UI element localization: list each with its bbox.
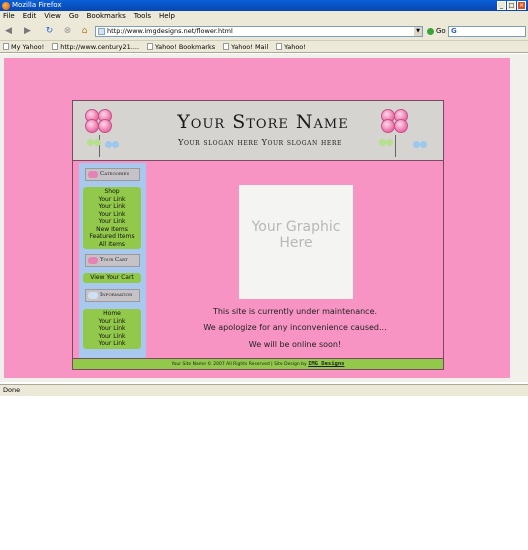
bookmark-label: Yahoo! (284, 42, 306, 51)
sidebar-link[interactable]: Your Link (83, 196, 141, 204)
bookmark-label: Yahoo! Mail (231, 42, 269, 51)
menu-bar: File Edit View Go Bookmarks Tools Help (0, 11, 528, 22)
mini-flower-icon (386, 139, 393, 146)
bookmark-item[interactable]: http://www.century21.... (52, 41, 139, 52)
menu-go[interactable]: Go (69, 11, 79, 22)
close-button[interactable]: × (517, 1, 526, 10)
bookmark-item[interactable]: Yahoo! (276, 41, 306, 52)
mini-flower-icon (105, 141, 112, 148)
menu-tools[interactable]: Tools (134, 11, 151, 22)
store-layout: Your Store Name Your slogan here Your sl… (72, 100, 444, 370)
go-label: Go (436, 27, 446, 35)
bookmark-label: Yahoo! Bookmarks (155, 42, 216, 51)
flower-stem (395, 135, 396, 157)
mini-flower-icon (413, 141, 420, 148)
bookmark-item[interactable]: Yahoo! Mail (223, 41, 268, 52)
online-soon-message: We will be online soon! (248, 340, 342, 349)
go-arrow-icon (427, 27, 434, 35)
store-slogan: Your slogan here Your slogan here (178, 138, 342, 147)
information-title: Information (100, 292, 133, 298)
flower-stem (99, 135, 100, 157)
menu-file[interactable]: File (3, 11, 15, 22)
bookmark-item[interactable]: My Yahoo! (3, 41, 44, 52)
sidebar-link[interactable]: Your Link (83, 340, 141, 348)
menu-view[interactable]: View (44, 11, 61, 22)
cart-box: View Your Cart (83, 273, 141, 283)
store-header: Your Store Name Your slogan here Your sl… (73, 101, 443, 161)
stop-icon[interactable]: ⊗ (62, 26, 73, 37)
apology-message: We apologize for any inconvenience cause… (203, 323, 387, 332)
bookmark-page-icon (3, 43, 9, 50)
footer-copyright: Your Site Name © 2007 All Rights Reserve… (171, 362, 307, 367)
maintenance-message: This site is currently under maintenance… (212, 307, 378, 316)
information-heading: Information (85, 289, 140, 302)
menu-bookmarks[interactable]: Bookmarks (87, 11, 126, 22)
firefox-icon (2, 2, 10, 10)
search-input[interactable]: G (448, 26, 526, 37)
page-background: Your Store Name Your slogan here Your sl… (4, 58, 510, 378)
bookmark-item[interactable]: Yahoo! Bookmarks (147, 41, 215, 52)
sidebar-link[interactable]: Your Link (83, 203, 141, 211)
flower-bullet-icon (88, 171, 98, 178)
cart-title: Your Cart (100, 257, 128, 263)
sidebar-link-new-items[interactable]: New Items (83, 226, 141, 234)
bookmark-page-icon (147, 43, 154, 50)
window-title: Mozilla Firefox (12, 1, 62, 9)
sidebar-link-home[interactable]: Home (83, 310, 141, 318)
bookmark-page-icon (52, 43, 59, 50)
graphic-placeholder: Your Graphic Here (239, 185, 353, 299)
store-name: Your Store Name (177, 111, 349, 133)
minimize-button[interactable]: _ (497, 1, 506, 10)
flower-right-icon (381, 109, 409, 137)
cart-heading: Your Cart (85, 254, 140, 267)
categories-list: Shop Your Link Your Link Your Link Your … (83, 187, 141, 249)
go-button[interactable]: Go (427, 26, 446, 37)
bookmark-page-icon (276, 43, 283, 50)
navigation-toolbar: ◀ ▶ ↻ ⊗ ⌂ http://www.imgdesigns.net/flow… (0, 22, 528, 41)
sidebar-link-shop[interactable]: Shop (83, 188, 141, 196)
url-text: http://www.imgdesigns.net/flower.html (107, 27, 233, 35)
categories-title: Categories (100, 171, 130, 177)
flower-left-icon (85, 109, 113, 137)
home-icon[interactable]: ⌂ (79, 26, 90, 37)
store-footer: Your Site Name © 2007 All Rights Reserve… (73, 358, 443, 369)
footer-brand-link[interactable]: IMG Designs (308, 361, 344, 367)
sidebar-link-featured-items[interactable]: Featured Items (83, 233, 141, 241)
status-text: Done (3, 386, 21, 394)
mini-flower-icon (87, 139, 94, 146)
sidebar-link[interactable]: Your Link (83, 333, 141, 341)
page-favicon-icon (98, 28, 105, 35)
view-cart-link[interactable]: View Your Cart (83, 274, 141, 282)
back-arrow-icon[interactable]: ◀ (3, 26, 14, 37)
browser-content: Your Store Name Your slogan here Your sl… (0, 54, 528, 382)
sidebar-link[interactable]: Your Link (83, 211, 141, 219)
flower-bullet-icon (88, 257, 98, 264)
mini-flower-icon (112, 141, 119, 148)
menu-help[interactable]: Help (159, 11, 175, 22)
sidebar-link[interactable]: Your Link (83, 218, 141, 226)
mini-flower-icon (94, 139, 101, 146)
bookmark-label: http://www.century21.... (60, 42, 140, 51)
sidebar-link-all-items[interactable]: All Items (83, 241, 141, 249)
mini-flower-icon (420, 141, 427, 148)
sidebar-link[interactable]: Your Link (83, 325, 141, 333)
mini-flower-icon (379, 139, 386, 146)
google-icon: G (451, 27, 457, 35)
bookmark-label: My Yahoo! (11, 42, 45, 51)
url-dropdown-icon[interactable]: ▼ (414, 27, 422, 36)
forward-arrow-icon[interactable]: ▶ (22, 26, 33, 37)
maximize-button[interactable]: □ (507, 1, 516, 10)
menu-edit[interactable]: Edit (23, 11, 37, 22)
status-bar: Done (0, 384, 528, 396)
url-bar[interactable]: http://www.imgdesigns.net/flower.html ▼ (95, 26, 423, 37)
information-list: Home Your Link Your Link Your Link Your … (83, 309, 141, 349)
categories-heading: Categories (85, 168, 140, 181)
sidebar: Categories Shop Your Link Your Link Your… (79, 163, 146, 359)
reload-icon[interactable]: ↻ (44, 26, 55, 37)
bookmark-page-icon (223, 43, 230, 50)
bookmarks-toolbar: My Yahoo! http://www.century21.... Yahoo… (0, 41, 528, 53)
sidebar-link[interactable]: Your Link (83, 318, 141, 326)
window-titlebar: Mozilla Firefox _ □ × (0, 0, 528, 11)
flower-bullet-icon (88, 292, 98, 299)
